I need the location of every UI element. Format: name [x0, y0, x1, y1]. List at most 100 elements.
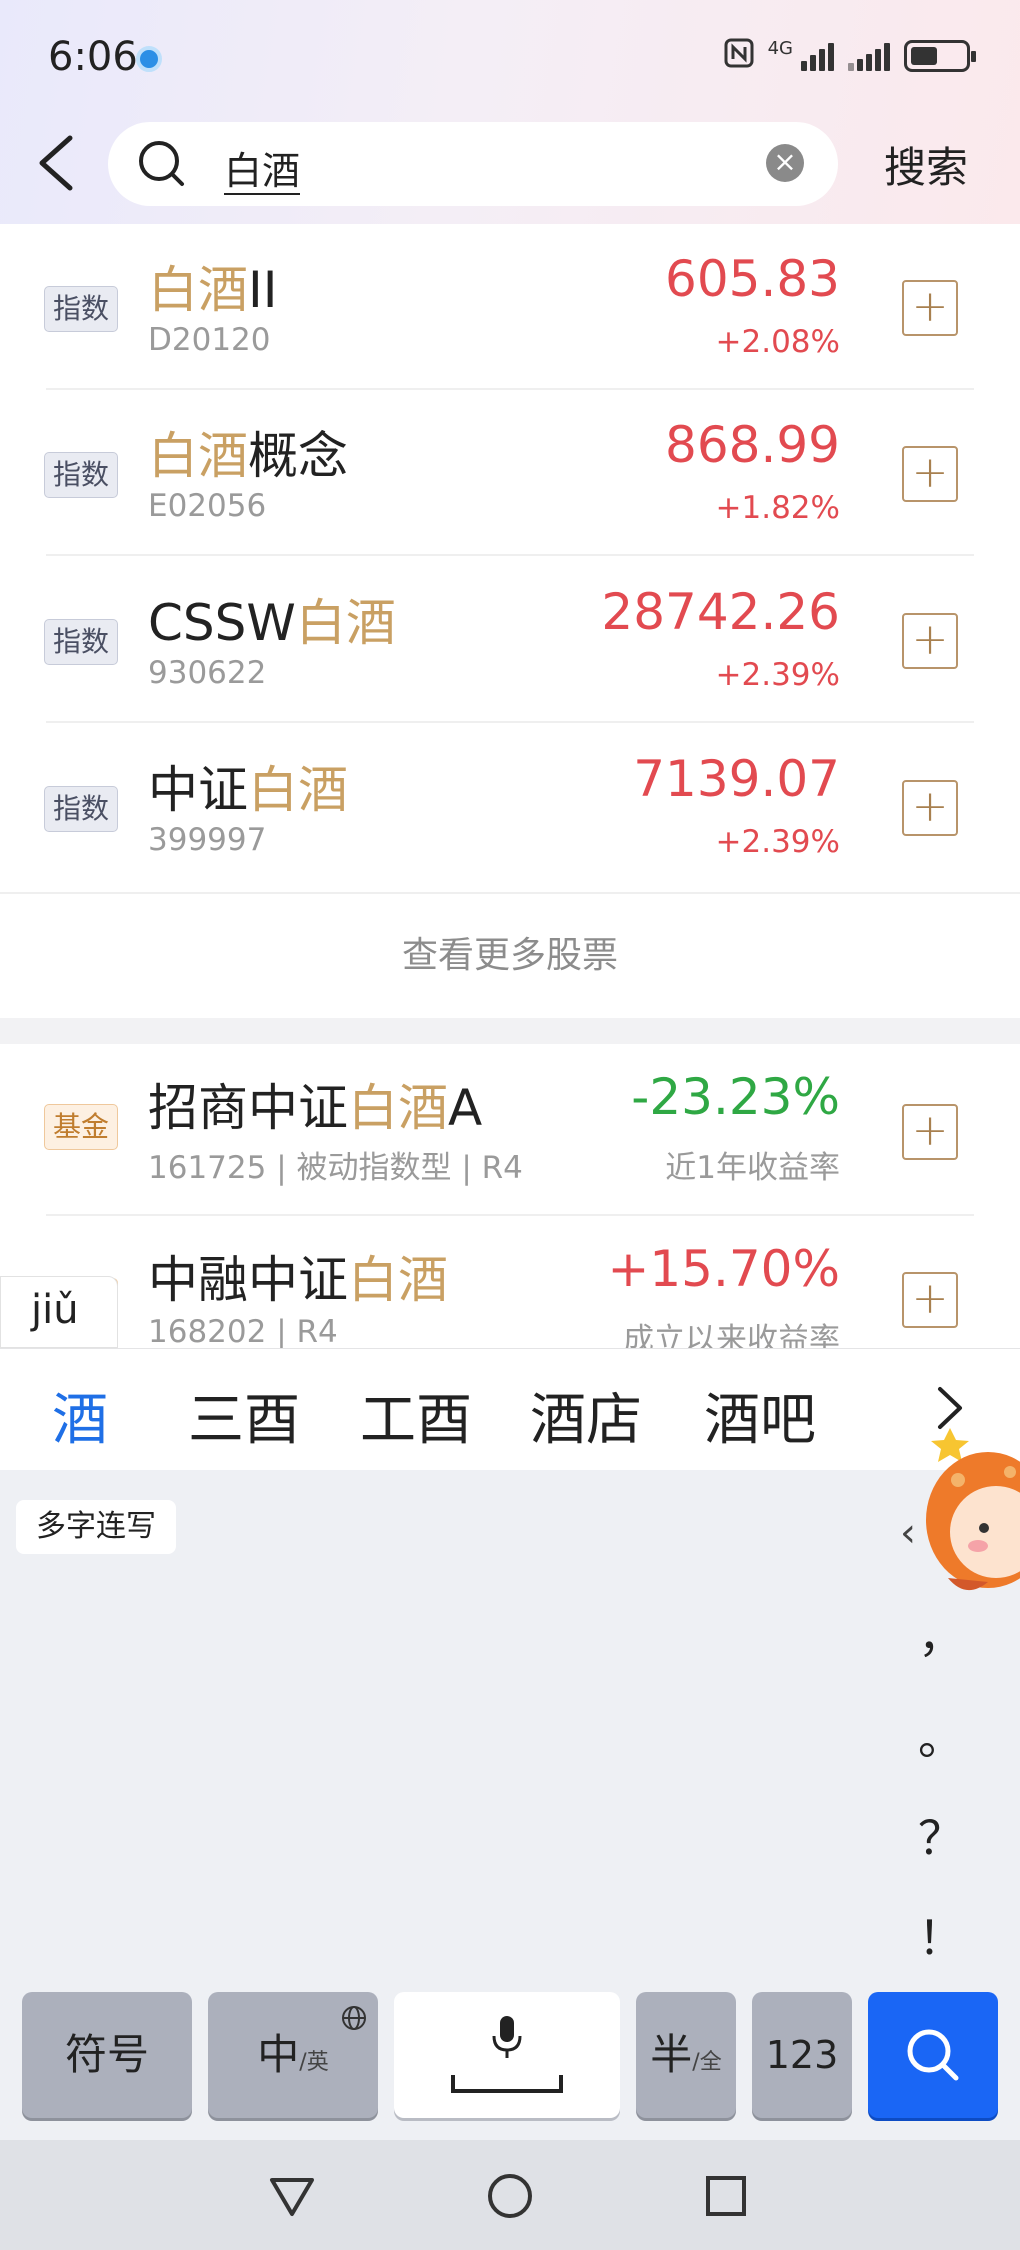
result-name: 白酒II — [148, 250, 278, 322]
result-price: 7139.07 — [633, 750, 840, 808]
result-row[interactable]: 指数 中证白酒 399997 7139.07 +2.39% + — [0, 724, 1020, 890]
space-bar-glyph — [450, 2072, 564, 2098]
result-row[interactable]: 指数 白酒II D20120 605.83 +2.08% + — [0, 224, 1020, 390]
punctuation-key[interactable]: ？ — [918, 1802, 964, 1868]
fund-return-label: 成立以来收益率 — [623, 1322, 840, 1348]
result-code: D20120 — [148, 322, 271, 358]
network-type-label: 4G — [767, 37, 793, 59]
symbol-key-label: 符号 — [64, 2030, 149, 2079]
result-code: E02056 — [148, 488, 267, 524]
add-watchlist-button[interactable]: + — [902, 613, 958, 669]
divider — [46, 721, 974, 723]
nav-recents-icon[interactable] — [698, 2168, 754, 2224]
fund-return: -23.23% — [631, 1068, 840, 1126]
numeric-key-label: 123 — [765, 2033, 839, 2077]
add-watchlist-button[interactable]: + — [902, 446, 958, 502]
search-icon — [136, 138, 188, 190]
result-name: 白酒概念 — [148, 416, 348, 488]
add-watchlist-button[interactable]: + — [902, 1104, 958, 1160]
view-more-stocks-link[interactable]: 查看更多股票 — [0, 894, 1020, 1018]
language-key[interactable]: 中/英 — [208, 1992, 378, 2118]
type-tag: 指数 — [44, 286, 118, 332]
search-icon — [904, 2026, 962, 2088]
name-prefix: 招商中证 — [148, 1079, 348, 1137]
half-width-sublabel: /全 — [692, 2050, 722, 2075]
name-highlight: 白酒 — [248, 761, 348, 819]
name-highlight: 白酒 — [348, 1251, 448, 1309]
type-tag: 指数 — [44, 786, 118, 832]
status-icons: 4G — [724, 37, 976, 74]
candidate[interactable]: 酒吧 — [704, 1375, 816, 1456]
name-prefix: CSSW — [148, 594, 296, 652]
fund-code: 168202 | R4 — [148, 1314, 338, 1348]
battery-icon — [904, 40, 976, 72]
search-input[interactable]: 白酒 × — [108, 122, 838, 206]
add-watchlist-button[interactable]: + — [902, 280, 958, 336]
signal-icon-2 — [848, 41, 890, 71]
result-row[interactable]: 指数 白酒概念 E02056 868.99 +1.82% + — [0, 390, 1020, 556]
add-watchlist-button[interactable]: + — [902, 1272, 958, 1328]
half-width-label: 半 — [650, 2030, 693, 2079]
pinyin-composition: jiǔ — [0, 1276, 118, 1348]
system-nav-bar — [0, 2140, 1020, 2250]
header: 6:06 4G 白酒 × 搜索 — [0, 0, 1020, 224]
divider — [46, 554, 974, 556]
result-row[interactable]: 指数 CSSW白酒 930622 28742.26 +2.39% + — [0, 557, 1020, 723]
microphone-icon — [486, 2014, 528, 2064]
result-change: +2.39% — [715, 824, 840, 860]
candidate[interactable]: 工酉 — [360, 1375, 472, 1456]
app-notification-icon — [136, 46, 162, 72]
result-code: 399997 — [148, 822, 267, 858]
search-query[interactable]: 白酒 — [224, 140, 301, 195]
half-width-key[interactable]: 半/全 — [636, 1992, 736, 2118]
multi-char-button[interactable]: 多字连写 — [16, 1500, 176, 1554]
result-change: +1.82% — [715, 490, 840, 526]
name-highlight: 白酒 — [148, 427, 248, 485]
language-key-label: 中 — [257, 2030, 300, 2079]
result-price: 605.83 — [665, 250, 840, 308]
result-price: 28742.26 — [601, 583, 840, 641]
fund-row[interactable]: 基金 中融中证白酒 168202 | R4 +15.70% 成立以来收益率 + — [0, 1216, 1020, 1348]
type-tag: 指数 — [44, 452, 118, 498]
result-change: +2.08% — [715, 324, 840, 360]
punctuation-key[interactable]: 。 — [918, 1702, 964, 1768]
section-gap — [0, 1018, 1020, 1044]
search-query-text: 白酒 — [224, 149, 301, 195]
collapse-icon[interactable]: ‹ — [900, 1510, 916, 1556]
name-suffix: 概念 — [248, 427, 348, 485]
fund-return: +15.70% — [607, 1240, 840, 1298]
name-highlight: 白酒 — [148, 261, 248, 319]
punctuation-key[interactable]: ！ — [918, 1902, 964, 1968]
back-button[interactable] — [30, 130, 86, 196]
name-highlight: 白酒 — [295, 594, 396, 652]
result-name: 中证白酒 — [148, 750, 348, 822]
add-watchlist-button[interactable]: + — [902, 780, 958, 836]
numeric-key[interactable]: 123 — [752, 1992, 852, 2118]
candidate[interactable]: 三酉 — [188, 1375, 300, 1456]
candidate[interactable]: 酒 — [52, 1375, 108, 1456]
name-prefix: 中融中证 — [148, 1251, 348, 1309]
space-key[interactable] — [394, 1992, 620, 2118]
fund-name: 招商中证白酒A — [148, 1068, 482, 1140]
name-suffix: II — [248, 261, 278, 319]
result-change: +2.39% — [715, 657, 840, 693]
symbol-key[interactable]: 符号 — [22, 1992, 192, 2118]
fund-return-label: 近1年收益率 — [665, 1150, 840, 1186]
result-name: CSSW白酒 — [148, 583, 396, 655]
result-price: 868.99 — [665, 416, 840, 474]
clear-icon[interactable]: × — [766, 144, 804, 182]
nav-home-icon[interactable] — [482, 2168, 538, 2224]
language-key-sublabel: /英 — [299, 2050, 329, 2075]
name-highlight: 白酒 — [348, 1079, 448, 1137]
fund-name: 中融中证白酒 — [148, 1240, 448, 1312]
fund-code: 161725 | 被动指数型 | R4 — [148, 1150, 523, 1186]
type-tag: 指数 — [44, 619, 118, 665]
candidate[interactable]: 酒店 — [530, 1375, 642, 1456]
globe-icon — [340, 2004, 368, 2036]
mascot-icon[interactable] — [918, 1410, 1020, 1616]
search-submit-key[interactable] — [868, 1992, 998, 2118]
nfc-icon — [724, 38, 754, 74]
fund-row[interactable]: 基金 招商中证白酒A 161725 | 被动指数型 | R4 -23.23% 近… — [0, 1044, 1020, 1216]
search-button[interactable]: 搜索 — [884, 134, 968, 195]
nav-back-icon[interactable] — [264, 2168, 320, 2224]
